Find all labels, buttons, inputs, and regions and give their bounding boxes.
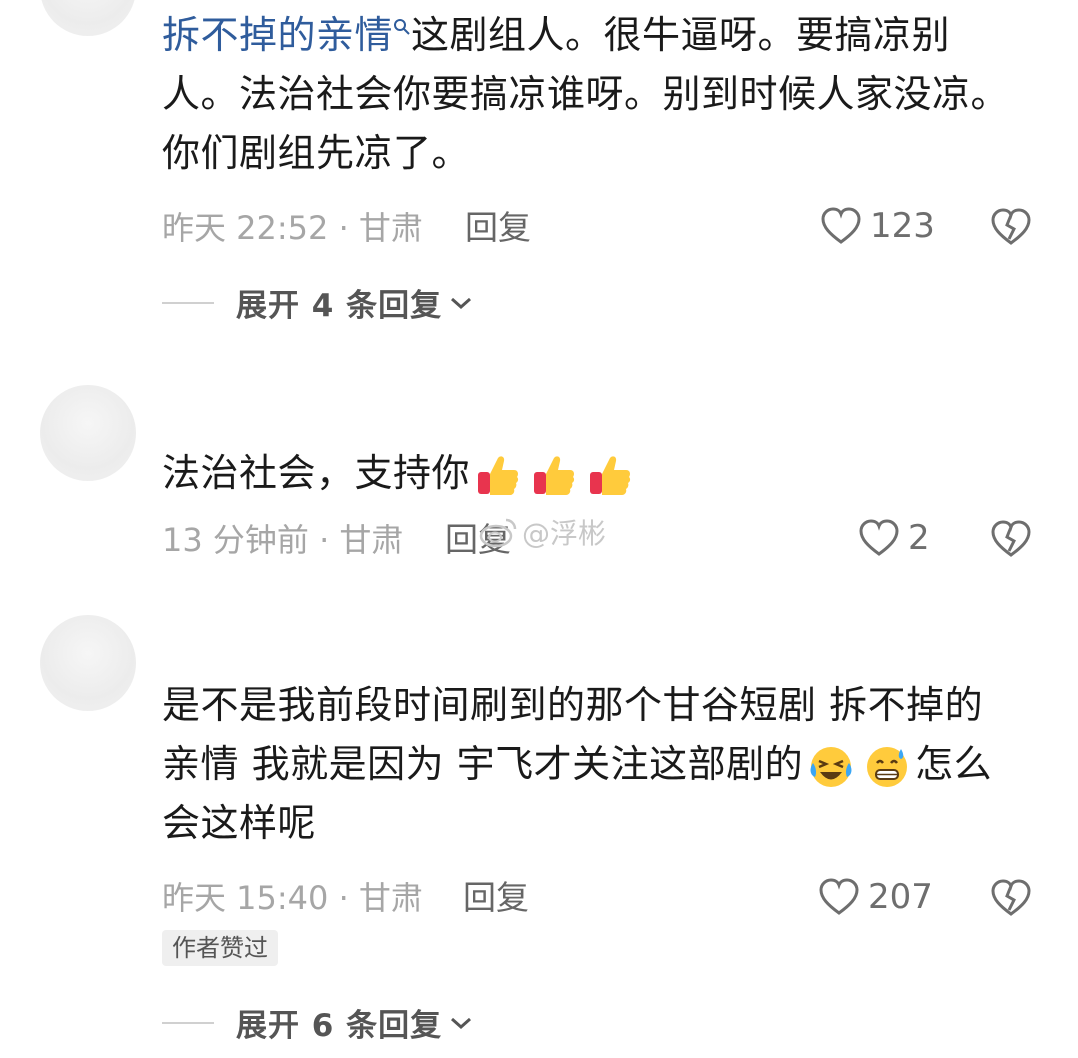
reply-button[interactable]: 回复: [463, 878, 529, 918]
like-button[interactable]: 123: [820, 206, 935, 246]
broken-heart-icon[interactable]: [990, 878, 1032, 918]
avatar[interactable]: [40, 615, 136, 711]
expand-replies[interactable]: 展开 4 条回复: [162, 280, 474, 325]
weibo-watermark: @浮彬: [478, 512, 606, 552]
like-button[interactable]: 207: [818, 877, 933, 917]
avatar[interactable]: [40, 385, 136, 481]
divider-line: [162, 301, 214, 304]
chevron-down-icon: [451, 297, 472, 309]
comment-meta: 昨天 22:52 · 甘肃: [162, 209, 423, 247]
like-count: 123: [870, 206, 935, 246]
expand-replies-label: 展开 4 条回复: [236, 288, 443, 324]
broken-heart-icon[interactable]: [990, 207, 1032, 247]
expand-replies-label: 展开 6 条回复: [236, 1008, 443, 1044]
comment-meta: 13 分钟前 · 甘肃: [162, 521, 404, 559]
avatar[interactable]: [40, 0, 136, 36]
heart-icon: [819, 878, 859, 915]
broken-heart-icon[interactable]: [990, 519, 1032, 559]
laughing-crying-emoji: [810, 746, 852, 787]
author-liked-badge: 作者赞过: [162, 930, 278, 966]
heart-icon: [821, 207, 861, 244]
expand-replies[interactable]: 展开 6 条回复: [162, 1000, 474, 1045]
comment-text: 拆不掉的亲情 这剧组人。很牛逼呀。要搞凉别 人。法治社会你要搞凉谁呀。别到时候人家…: [162, 13, 1010, 175]
like-button[interactable]: 2: [858, 518, 930, 558]
comment-text: 是不是我前段时间刷到的那个甘谷短剧 拆不掉的 亲情 我就是因为 宇飞才关注这部剧…: [162, 683, 993, 845]
thumbs-up-emoji: [590, 455, 631, 495]
weibo-logo: [479, 518, 517, 548]
search-icon: [394, 19, 410, 35]
divider-line: [162, 1021, 214, 1024]
like-count: 207: [868, 877, 933, 917]
comment-meta: 昨天 15:40 · 甘肃: [162, 879, 423, 917]
chevron-down-icon: [451, 1017, 472, 1029]
heart-icon: [859, 519, 899, 556]
comment-text: 法治社会，支持你: [162, 444, 638, 503]
grin-sweat-emoji: [867, 746, 908, 787]
thumbs-up-emoji: [478, 455, 519, 495]
like-count: 2: [908, 518, 930, 558]
topic-link[interactable]: 拆不掉的亲情: [162, 13, 393, 57]
reply-button[interactable]: 回复: [465, 208, 531, 248]
thumbs-up-emoji: [534, 455, 575, 495]
